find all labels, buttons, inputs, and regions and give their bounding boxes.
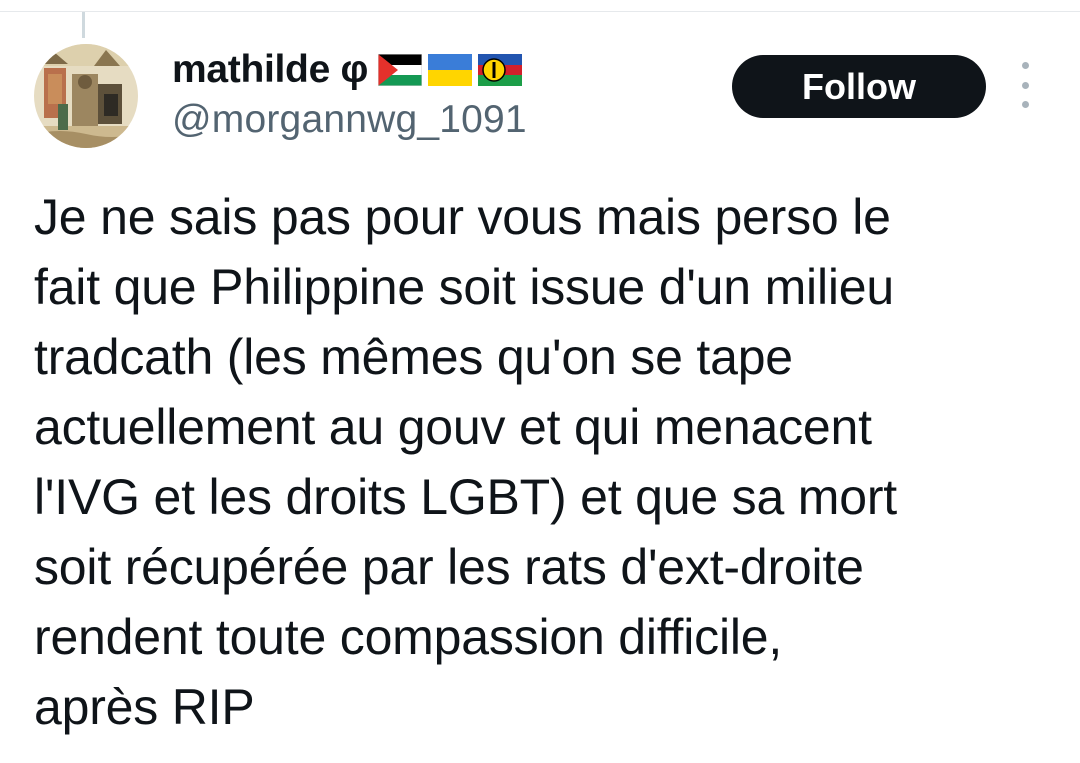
dot — [1021, 62, 1029, 69]
tweet-text-line: soit récupérée par les rats d'ext-droite — [34, 539, 864, 595]
divider — [0, 0, 1080, 12]
kanaky-flag-icon — [478, 54, 523, 86]
tweet-text-line: actuellement au gouv et qui menacent — [34, 399, 872, 455]
tweet-header: mathilde φ @morgannwg_1091 — [172, 46, 712, 142]
tweet-text-line: Je ne sais pas pour vous mais perso le — [34, 189, 891, 245]
tweet-text-line: rendent toute compassion difficile, — [34, 609, 783, 665]
tweet-text: Je ne sais pas pour vous mais perso le f… — [34, 182, 1044, 742]
palestine-flag-icon — [378, 54, 423, 86]
tweet: mathilde φ @morgannwg_1091 Follow Je ne … — [0, 0, 1080, 763]
avatar[interactable] — [34, 44, 138, 148]
more-vertical-icon[interactable] — [1010, 62, 1040, 108]
tweet-text-line: après RIP — [34, 679, 255, 735]
dot — [1021, 81, 1029, 89]
follow-button[interactable]: Follow — [732, 55, 986, 118]
tweet-text-line: tradcath (les mêmes qu'on se tape — [34, 329, 793, 385]
user-handle[interactable]: @morgannwg_1091 — [172, 98, 712, 142]
tweet-text-line: fait que Philippine soit issue d'un mili… — [34, 259, 894, 315]
thread-connector-line — [82, 12, 85, 38]
tweet-text-line: l'IVG et les droits LGBT) et que sa mort — [34, 469, 897, 525]
name-row: mathilde φ — [172, 46, 712, 94]
dot — [1021, 101, 1029, 108]
display-name[interactable]: mathilde φ — [172, 48, 368, 92]
ukraine-flag-icon — [428, 54, 473, 86]
flag-emojis — [378, 54, 523, 86]
